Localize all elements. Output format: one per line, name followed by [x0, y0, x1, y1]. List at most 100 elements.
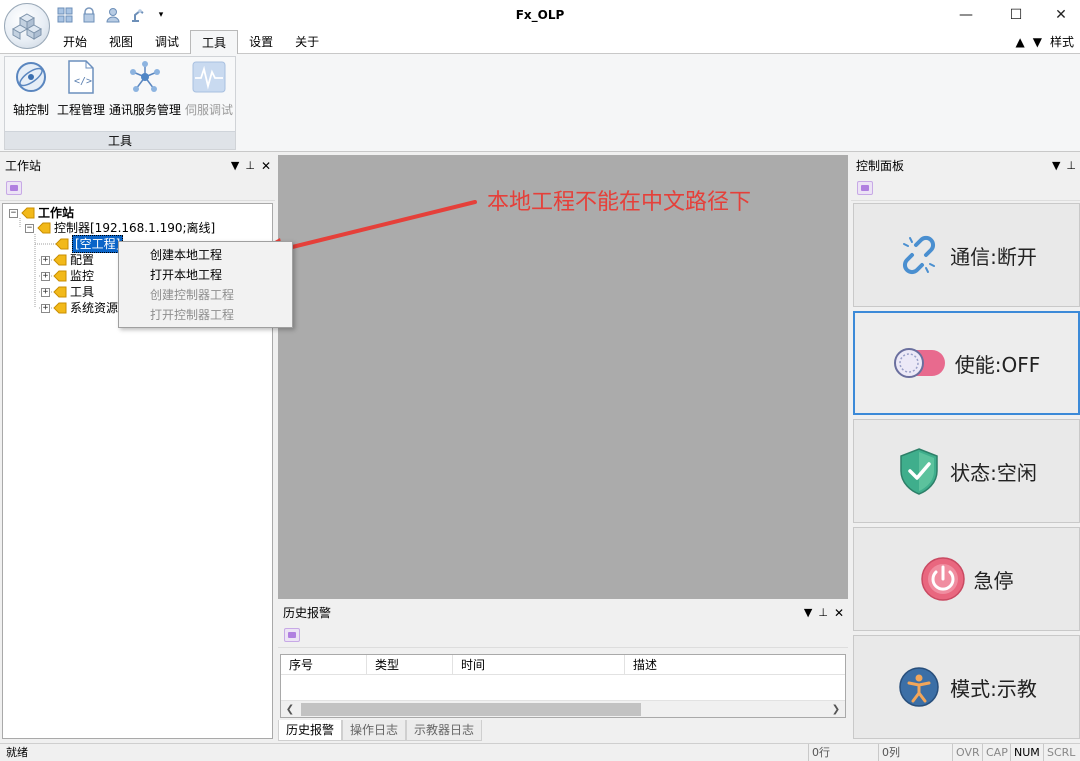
- collapse-icon[interactable]: −: [9, 208, 18, 218]
- tree-node-controller[interactable]: − 控制器[192.168.1.190;离线]: [25, 220, 215, 236]
- column-header-type[interactable]: 类型: [367, 655, 453, 675]
- style-down-button[interactable]: ▼: [1033, 30, 1042, 54]
- style-up-button[interactable]: ▲: [1016, 30, 1025, 54]
- project-manage-button[interactable]: </> 工程管理: [55, 59, 107, 119]
- alarm-panel-header: 历史报警 ▼ ⊥ ✕: [278, 602, 848, 624]
- status-col: 0列: [878, 744, 900, 761]
- close-icon[interactable]: ✕: [834, 602, 844, 624]
- scroll-right-icon[interactable]: ❯: [827, 701, 845, 718]
- control-panel-header: 控制面板 ▼ ⊥: [851, 155, 1080, 177]
- axis-control-icon: [13, 59, 49, 95]
- tab-pendant-log[interactable]: 示教器日志: [406, 720, 483, 741]
- tree-node-empty-project[interactable]: [空工程]: [55, 235, 124, 253]
- comm-service-button[interactable]: 通讯服务管理: [107, 59, 183, 119]
- customize-dropdown-icon[interactable]: ▾: [152, 6, 170, 24]
- control-panel-toolbar: [851, 177, 1080, 201]
- tag-icon: [55, 238, 69, 250]
- expand-icon[interactable]: +: [41, 271, 50, 281]
- waveform-icon: [191, 59, 227, 95]
- axis-control-label: 轴控制: [12, 103, 49, 117]
- panel-menu-icon[interactable]: ▼: [1052, 155, 1060, 177]
- quick-access-toolbar: ▾: [56, 6, 170, 24]
- context-menu: 创建本地工程 打开本地工程 创建控制器工程 打开控制器工程: [118, 241, 293, 328]
- scroll-left-icon[interactable]: ❮: [281, 701, 299, 718]
- close-button[interactable]: ✕: [1038, 0, 1080, 30]
- minimize-button[interactable]: —: [943, 0, 989, 30]
- workstation-panel-header: 工作站 ▼ ⊥ ✕: [0, 155, 275, 177]
- title-bar: Fx_OLP ▾ — ☐ ✕: [0, 0, 1080, 30]
- network-nodes-icon: [127, 59, 163, 95]
- communication-label: 通信:断开: [950, 244, 1037, 269]
- expand-icon[interactable]: +: [41, 287, 50, 297]
- app-menu-button[interactable]: [4, 3, 50, 49]
- tree-node-monitor[interactable]: + 监控: [41, 268, 94, 284]
- column-header-description[interactable]: 描述: [625, 655, 845, 675]
- workstation-toolbar: [0, 177, 275, 201]
- control-panel-title: 控制面板: [856, 159, 905, 173]
- status-key-ovr: OVR: [952, 744, 983, 761]
- status-ready: 就绪: [6, 746, 28, 759]
- tab-start[interactable]: 开始: [52, 30, 98, 54]
- style-menu[interactable]: 样式: [1050, 30, 1074, 54]
- lock-icon[interactable]: [80, 6, 98, 24]
- column-header-time[interactable]: 时间: [453, 655, 625, 675]
- history-alarm-panel: 历史报警 ▼ ⊥ ✕ 序号 类型 时间 描述 ❮ ❯ 历史报警 操作日志 示教器…: [278, 602, 848, 741]
- tab-settings[interactable]: 设置: [238, 30, 284, 54]
- tab-history-alarm[interactable]: 历史报警: [278, 720, 343, 741]
- grid-icon[interactable]: [56, 6, 74, 24]
- alarm-table[interactable]: 序号 类型 时间 描述 ❮ ❯: [280, 654, 846, 718]
- tab-about[interactable]: 关于: [284, 30, 330, 54]
- status-label: 状态:空闲: [950, 460, 1037, 485]
- tab-operation-log[interactable]: 操作日志: [342, 720, 407, 741]
- enable-button[interactable]: 使能:OFF: [853, 311, 1080, 415]
- tag-icon: [53, 302, 67, 314]
- menu-item-open-local-project[interactable]: 打开本地工程: [119, 265, 292, 285]
- tree-node-config[interactable]: + 配置: [41, 252, 94, 268]
- close-icon[interactable]: ✕: [261, 155, 271, 177]
- axis-control-button[interactable]: 轴控制: [7, 59, 55, 119]
- maximize-button[interactable]: ☐: [993, 0, 1039, 30]
- column-header-index[interactable]: 序号: [281, 655, 367, 675]
- collapse-icon[interactable]: −: [25, 223, 34, 233]
- tag-icon: [53, 254, 67, 266]
- alarm-panel-tabs: 历史报警 操作日志 示教器日志: [278, 720, 483, 741]
- project-file-icon: </>: [63, 59, 99, 95]
- annotation-text: 本地工程不能在中文路径下: [487, 190, 752, 215]
- mode-label: 模式:示教: [950, 676, 1037, 701]
- toggle-off-icon: [893, 340, 947, 386]
- emergency-stop-button[interactable]: 急停: [853, 527, 1080, 631]
- tab-debug[interactable]: 调试: [144, 30, 190, 54]
- mode-button[interactable]: 模式:示教: [853, 635, 1080, 739]
- pin-icon[interactable]: ⊥: [818, 602, 828, 624]
- servo-debug-button[interactable]: 伺服调试: [183, 59, 235, 119]
- tag-icon: [53, 270, 67, 282]
- servo-debug-label: 伺服调试: [184, 103, 233, 117]
- pin-icon[interactable]: ⊥: [1066, 155, 1076, 177]
- menu-item-create-local-project[interactable]: 创建本地工程: [119, 245, 292, 265]
- teach-pendant-icon[interactable]: [6, 181, 22, 195]
- panel-menu-icon[interactable]: ▼: [804, 602, 812, 624]
- tree-node-system-resources[interactable]: + 系统资源: [41, 300, 118, 316]
- ribbon: 轴控制 </> 工程管理 通讯服务管理 伺服调试 工具: [0, 54, 1080, 152]
- status-button[interactable]: 状态:空闲: [853, 419, 1080, 523]
- ribbon-group-label: 工具: [5, 131, 235, 149]
- emergency-stop-label: 急停: [973, 568, 1014, 593]
- pin-icon[interactable]: ⊥: [245, 155, 255, 177]
- enable-label: 使能:OFF: [954, 352, 1041, 377]
- svg-text:</>: </>: [74, 76, 92, 87]
- user-icon[interactable]: [104, 6, 122, 24]
- panel-menu-icon[interactable]: ▼: [231, 155, 239, 177]
- alarm-table-header: 序号 类型 时间 描述: [281, 655, 845, 675]
- tree-node-tools[interactable]: + 工具: [41, 284, 94, 300]
- tab-view[interactable]: 视图: [98, 30, 144, 54]
- horizontal-scrollbar[interactable]: ❮ ❯: [281, 700, 845, 717]
- communication-button[interactable]: 通信:断开: [853, 203, 1080, 307]
- teach-pendant-icon[interactable]: [284, 628, 300, 642]
- scrollbar-thumb[interactable]: [301, 703, 641, 716]
- tree-node-workstation[interactable]: − 工作站: [9, 205, 74, 221]
- robot-arm-icon[interactable]: [128, 6, 146, 24]
- teach-pendant-icon[interactable]: [857, 181, 873, 195]
- tab-tools[interactable]: 工具: [190, 30, 239, 55]
- expand-icon[interactable]: +: [41, 303, 50, 313]
- expand-icon[interactable]: +: [41, 255, 50, 265]
